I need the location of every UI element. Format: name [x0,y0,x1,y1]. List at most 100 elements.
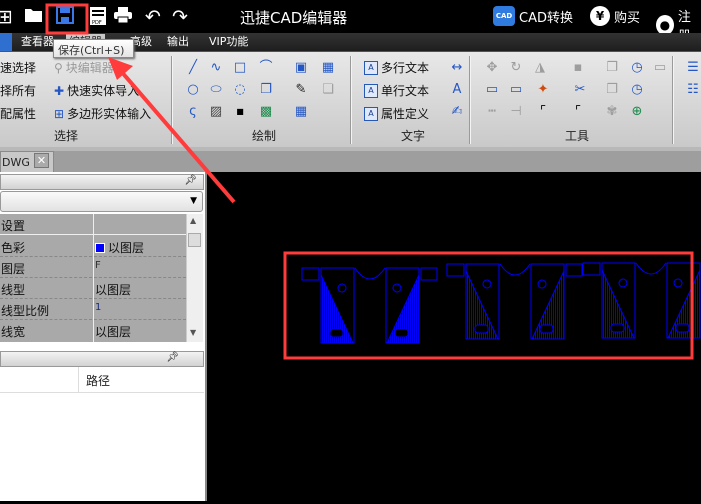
move-icon[interactable]: ✥ [484,60,500,76]
save-icon[interactable] [54,6,76,28]
layers-icon[interactable]: ❏ [320,82,336,98]
dimension-icon[interactable]: ↔ [449,60,465,76]
buy-button[interactable]: ¥ 购买 [590,6,640,26]
circle-icon[interactable]: ○ [185,82,201,98]
curve-icon[interactable]: ς [185,104,201,120]
insert-block-icon[interactable]: ▣ [293,60,309,76]
app-title: 迅捷CAD编辑器 [240,9,348,27]
pdf-icon[interactable]: PDF [87,6,109,28]
align-icon[interactable]: ▭ [652,60,668,76]
quick-select-button[interactable]: 快速选择 [0,59,36,76]
cad-convert-button[interactable]: CAD CAD转换 [493,6,573,26]
overlap-icon[interactable]: ❐ [604,60,620,76]
rotate-icon[interactable]: ↻ [508,60,524,76]
key: 线型比例 [1,304,50,318]
value: 以图层 [95,325,132,339]
close-icon[interactable]: ✕ [34,153,49,168]
group-label-select: 选择 [54,129,79,143]
add-layer-icon[interactable]: ⊕ [629,104,645,120]
quick-entity-import-button[interactable]: ✚ 快速实体导入 [54,82,139,99]
entity-select-dropdown[interactable]: ▼ [0,191,203,212]
edit-text-icon[interactable]: ✍ [449,104,465,120]
undo-icon[interactable]: ↶ [142,6,164,28]
file-list-header: 路径 [0,367,204,393]
paint-icon[interactable]: ✦ [535,82,551,98]
polyline-icon[interactable]: ⌒ [258,60,274,76]
single-line-text-button[interactable]: A 单行文本 [364,82,429,99]
save-tooltip: 保存(Ctrl+S) [53,39,134,58]
text-style-icon[interactable]: A [449,82,465,98]
document-tab-bar [0,147,701,172]
polygon-entity-input-button[interactable]: ⊞ 多边形实体输入 [54,105,151,122]
chevron-down-icon: ▼ [190,196,197,206]
label: 单行文本 [381,84,430,98]
section-label: 设置 [1,219,26,233]
group-label-text: 文字 [401,129,426,143]
arc-icon[interactable]: ◌ [232,82,248,98]
window-icon[interactable]: ▭ [484,82,500,98]
redo-icon[interactable]: ↷ [169,6,191,28]
clock-window-icon[interactable]: ◷ [629,60,645,76]
divider [78,367,79,393]
pen-icon[interactable]: ✎ [293,82,309,98]
shirt-drawing [582,262,701,339]
block-editor-button[interactable]: ⚲ 块编辑器 [54,59,114,76]
fillet-icon[interactable]: ⌜ [535,104,551,120]
value: 以图层 [95,283,132,297]
break-icon[interactable]: ┅ [484,104,500,120]
print-icon[interactable] [112,6,134,28]
extend-icon[interactable]: ⊣ [508,104,524,120]
line-icon[interactable]: ╱ [185,60,201,76]
group-label-tools: 工具 [565,129,590,143]
file-panel-header: 📌︎ [0,351,204,367]
chamfer-icon[interactable]: ⌜ [570,104,586,120]
open-folder-icon[interactable] [23,6,45,28]
select-all-button[interactable]: 选择所有 [0,82,36,99]
menu-output[interactable]: 输出 [164,34,192,50]
column-path[interactable]: 路径 [86,372,110,389]
mtext-icon: A [364,60,378,75]
mirror-icon[interactable]: ◮ [532,60,548,76]
image-icon[interactable]: ▩ [258,104,274,120]
menu-viewer[interactable]: 查看器 [18,34,57,50]
menu-vip[interactable]: VIP功能 [206,34,251,50]
rectangle-icon[interactable]: □ [232,60,248,76]
group-label-draw: 绘制 [252,129,277,143]
svg-text:PDF: PDF [92,20,102,26]
copy-icon[interactable]: ❐ [258,82,274,98]
window2-icon[interactable]: ▭ [508,82,524,98]
label: 多边形实体输入 [67,107,152,121]
cad-convert-icon: CAD [493,6,515,26]
hatch-icon[interactable]: ▨ [208,104,224,120]
shirt-drawing [301,267,438,344]
title-bar: ⊞ PDF ↶ ↷ 迅捷CAD编辑器 CAD CAD转换 ¥ 购买 ● 注册 [0,0,701,44]
spline-icon[interactable]: ∿ [208,60,224,76]
point-icon[interactable]: ■ [232,104,248,120]
list-icon[interactable]: ☷ [685,82,701,98]
drawing-canvas[interactable] [207,172,701,501]
multiline-text-button[interactable]: A 多行文本 [364,59,429,76]
explode-icon[interactable]: ✾ [604,104,620,120]
match-properties-button[interactable]: 匹配属性 [0,105,36,122]
attribute-definition-button[interactable]: A 属性定义 [364,105,429,122]
column-divider[interactable] [93,214,94,342]
new-icon[interactable]: ⊞ [0,6,16,28]
layer-stack-icon[interactable]: ☰ [685,60,701,76]
cad-convert-label: CAD转换 [519,10,573,26]
value: 以图层 [108,241,145,255]
pin-icon[interactable]: 📌︎ [166,352,179,363]
ellipse-icon[interactable]: ⬭ [208,82,224,98]
overlap2-icon[interactable]: ❐ [604,82,620,98]
pin-icon[interactable]: 📌︎ [184,175,197,186]
yen-icon: ¥ [590,6,610,26]
scroll-thumb[interactable] [188,233,201,247]
clock-icon[interactable]: ◷ [629,82,645,98]
scrollbar[interactable]: ▲ ▼ [186,214,203,342]
hatch-select-icon[interactable]: ▦ [320,60,336,76]
fill-icon[interactable]: ▪ [570,60,586,76]
block-editor-icon: ⚲ [54,60,63,75]
trim-icon[interactable]: ✂ [572,82,588,98]
app-menu-button[interactable] [0,33,12,51]
table-icon[interactable]: ▦ [293,104,309,120]
divider [672,56,673,144]
